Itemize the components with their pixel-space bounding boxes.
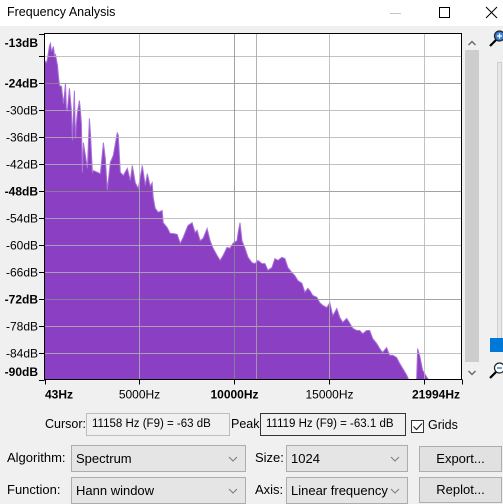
close-icon — [484, 6, 498, 20]
zoom-in-icon — [487, 28, 503, 50]
size-label: Size: — [255, 450, 284, 465]
function-value: Hann window — [76, 478, 154, 503]
y-tick-label: -90dB — [5, 365, 39, 379]
y-tick-label: -66dB — [6, 266, 38, 280]
x-tick-label: 5000Hz — [119, 388, 160, 402]
export-button[interactable]: Export... — [419, 446, 502, 472]
close-button[interactable] — [476, 0, 503, 26]
algorithm-label: Algorithm: — [7, 450, 66, 465]
size-select[interactable]: 1024 — [286, 445, 408, 472]
y-tick-label: -42dB — [6, 158, 38, 172]
chevron-down-icon — [390, 488, 400, 494]
zoom-slider-thumb[interactable] — [490, 338, 503, 352]
spectrum-plot[interactable]: -13dB -24dB -30dB -36dB -42dB -48dB -54dB -60dB… — [0, 0, 463, 405]
x-tick-label: 15000Hz — [305, 388, 353, 402]
zoom-out-icon — [487, 360, 503, 382]
vertical-zoom-slider[interactable] — [497, 62, 502, 346]
y-tick-label: -13dB — [5, 36, 39, 50]
y-tick-label: -72dB — [5, 293, 39, 307]
algorithm-value: Spectrum — [76, 446, 132, 471]
chevron-down-icon — [390, 456, 400, 462]
peak-value: 11119 Hz (F9) = -63.1 dB — [266, 418, 394, 430]
peak-label: Peak: — [231, 417, 263, 431]
y-tick-label: -60dB — [6, 239, 38, 253]
scroll-up-button[interactable] — [465, 36, 479, 48]
replot-button[interactable]: Replot... — [419, 477, 502, 503]
y-tick-label: -54dB — [6, 212, 38, 226]
scroll-down-button[interactable] — [465, 366, 479, 378]
cursor-readout: 11158 Hz (F9) = -63 dB — [86, 413, 230, 436]
zoom-out-button[interactable] — [487, 360, 503, 382]
y-tick-label: -24dB — [5, 77, 39, 91]
x-tick-label: 10000Hz — [210, 388, 258, 402]
y-tick-label: -84dB — [6, 347, 38, 361]
cursor-value: 11158 Hz (F9) = -63 dB — [92, 418, 211, 430]
chevron-down-icon — [228, 488, 238, 494]
axis-label: Axis: — [255, 482, 283, 497]
peak-readout: 11119 Hz (F9) = -63.1 dB — [260, 413, 406, 436]
grids-checkbox[interactable] — [411, 420, 424, 433]
x-tick-label: 21994Hz — [412, 388, 460, 402]
vertical-scrollbar[interactable] — [465, 50, 479, 362]
y-tick-label: -30dB — [6, 104, 38, 118]
zoom-in-button[interactable] — [487, 28, 503, 50]
size-value: 1024 — [291, 446, 320, 471]
scrollbar-thumb[interactable] — [465, 50, 479, 362]
y-tick-label: -36dB — [6, 131, 38, 145]
x-tick-label: 43Hz — [45, 388, 73, 402]
chevron-down-icon — [228, 456, 238, 462]
axis-value: Linear frequency — [291, 478, 388, 503]
grids-label[interactable]: Grids — [428, 418, 458, 432]
y-tick-label: -78dB — [6, 320, 38, 334]
algorithm-select[interactable]: Spectrum — [71, 445, 246, 472]
chevron-down-icon — [465, 367, 479, 379]
checkmark-icon — [412, 421, 423, 432]
cursor-label: Cursor: — [45, 417, 86, 431]
y-tick-label: -48dB — [5, 185, 39, 199]
chevron-up-icon — [465, 37, 479, 49]
function-label: Function: — [7, 482, 60, 497]
